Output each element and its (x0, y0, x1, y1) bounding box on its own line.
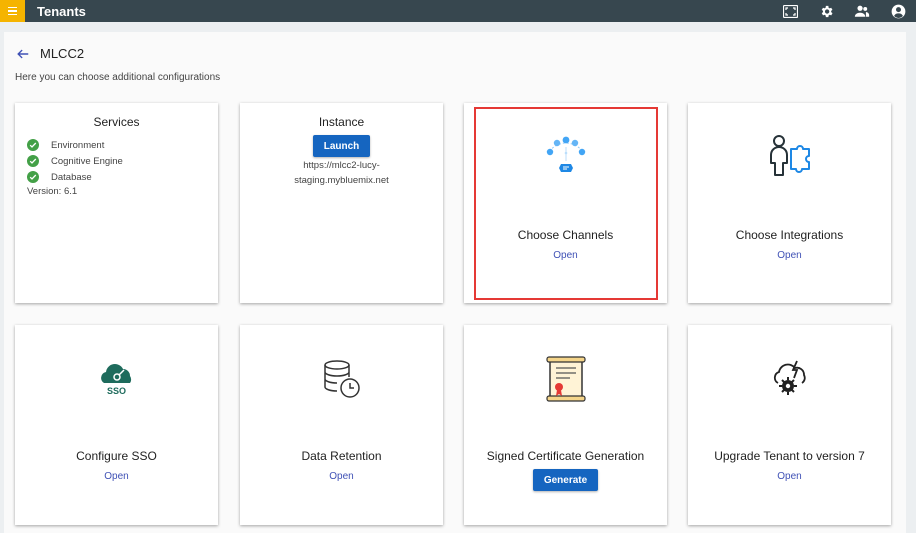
configure-sso-card[interactable]: SSO Configure SSO Open (15, 325, 218, 525)
instance-card: Instance Launch https://mlcc2-lucy- stag… (240, 103, 443, 303)
users-icon[interactable] (844, 0, 880, 22)
upgrade-title: Upgrade Tenant to version 7 (714, 449, 865, 463)
choose-channels-card[interactable]: Choose Channels Open (464, 103, 667, 303)
channels-open-link[interactable]: Open (464, 250, 667, 261)
generate-button[interactable]: Generate (533, 469, 598, 491)
check-icon (27, 139, 39, 151)
check-icon (27, 171, 39, 183)
sso-icon-label: SSO (106, 386, 126, 396)
integrations-icon (769, 135, 810, 176)
fullscreen-icon[interactable] (772, 0, 808, 22)
services-title: Services (93, 115, 140, 129)
instance-url[interactable]: https://mlcc2-lucy- staging.mybluemix.ne… (240, 158, 443, 188)
services-card: Services Environment Cognitive Engine Da… (15, 103, 218, 303)
back-arrow-icon[interactable] (16, 47, 30, 61)
check-icon (27, 155, 39, 167)
channels-icon (546, 136, 585, 172)
choose-integrations-card[interactable]: Choose Integrations Open (688, 103, 891, 303)
cloud-upgrade-gear-icon (773, 360, 806, 395)
retention-open-link[interactable]: Open (240, 471, 443, 482)
service-item: Environment (27, 137, 123, 153)
upgrade-open-link[interactable]: Open (688, 471, 891, 482)
integrations-title: Choose Integrations (735, 228, 844, 242)
tenant-name: MLCC2 (40, 46, 85, 61)
gear-icon[interactable] (808, 0, 844, 22)
database-clock-icon (323, 360, 360, 398)
page-subtitle: Here you can choose additional configura… (15, 72, 221, 83)
top-bar: Tenants (0, 0, 916, 22)
version-text: Version: 6.1 (27, 186, 78, 197)
sso-open-link[interactable]: Open (15, 471, 218, 482)
integrations-open-link[interactable]: Open (688, 250, 891, 261)
retention-title: Data Retention (301, 449, 382, 463)
certificate-card: Signed Certificate Generation Generate (464, 325, 667, 525)
channels-title: Choose Channels (517, 228, 614, 242)
instance-title: Instance (318, 115, 365, 129)
app-title: Tenants (37, 3, 86, 19)
service-item: Cognitive Engine (27, 153, 123, 169)
certificate-icon (545, 356, 586, 402)
menu-icon[interactable] (0, 0, 25, 22)
account-icon[interactable] (880, 0, 916, 22)
sso-title: Configure SSO (76, 449, 157, 463)
data-retention-card[interactable]: Data Retention Open (240, 325, 443, 525)
certificate-title: Signed Certificate Generation (486, 449, 645, 463)
launch-button[interactable]: Launch (313, 135, 370, 157)
service-item: Database (27, 169, 123, 185)
upgrade-tenant-card[interactable]: Upgrade Tenant to version 7 Open (688, 325, 891, 525)
